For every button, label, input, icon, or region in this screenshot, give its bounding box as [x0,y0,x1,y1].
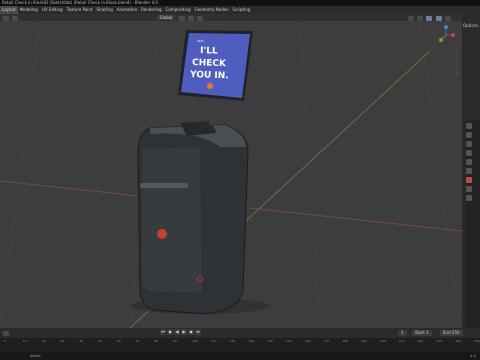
workspace-tab[interactable]: UV Editing [40,6,65,14]
proportional-edit-icon[interactable] [197,15,204,21]
modifier-tab-icon[interactable] [466,186,472,192]
play-reverse-button[interactable]: ◀ [174,329,180,335]
options-label: Options [463,23,479,28]
options-button[interactable]: Options [462,14,480,28]
workspace-tab[interactable]: Rendering [139,6,163,14]
viewport-nav-buttons[interactable] [454,47,460,77]
start-value: 1 [426,330,429,335]
screen-brand: slido [197,39,204,43]
orientation-select[interactable]: Global [156,15,176,20]
ruler-tick: 170 [323,339,330,343]
ruler-tick: 80 [154,339,159,343]
editor-type-icon[interactable] [3,15,9,21]
navigation-gizmo[interactable] [439,25,455,42]
overlay-icon[interactable] [407,15,414,21]
tool-tab-icon[interactable] [466,123,472,129]
ruler-tick: 220 [417,339,424,343]
ruler-tick: 130 [248,339,255,343]
ruler-tick: 150 [286,339,292,343]
workspace-tabs: Layout Modeling UV Editing Texture Paint Sha… [0,6,480,14]
snap-icon[interactable] [187,15,194,21]
status-bar: Select 4.0 [0,352,480,360]
ruler-tick: 60 [116,339,121,343]
view-layer-tab-icon[interactable] [466,150,472,156]
workspace-tab[interactable]: Scripting [230,6,252,14]
world-tab-icon[interactable] [466,168,472,174]
kiosk-model[interactable]: slido I'LL CHECK YOU IN. [137,30,253,315]
ruler-tick: 210 [398,339,405,343]
ruler-tick: 90 [173,339,178,343]
workspace-tab[interactable]: Compositing [164,6,193,14]
viewport-canvas: slido I'LL CHECK YOU IN. [0,21,462,328]
ruler-tick: 180 [342,339,349,343]
material-tab-icon[interactable] [466,195,472,201]
ruler-tick: 160 [304,339,311,343]
ruler-tick: 240 [455,339,461,343]
playback-controls: ⏮ ◆ ◀ ▶ ◆ ⏭ [160,329,201,337]
ruler-tick: 50 [98,339,102,343]
screen-text-line-2: CHECK [192,58,227,69]
status-version: 4.0 [470,354,476,358]
ruler-tick: 70 [135,339,140,343]
next-keyframe-button[interactable]: ◆ [188,329,194,335]
end-label: End [443,330,451,335]
ruler-tick: 200 [380,339,386,343]
workspace-tab[interactable]: Shading [95,6,115,14]
viewport-header: Global [0,14,462,21]
ruler-tick: 120 [229,339,236,343]
scene-tab-icon[interactable] [466,159,472,165]
timeline-ruler[interactable]: 0 10 20 30 40 50 60 70 80 90 100 110 120 130 140 150 160… [0,338,480,352]
end-value: 250 [451,330,460,335]
properties-tabs [465,120,480,328]
ruler-tick: 110 [210,339,217,343]
status-left: Select [30,354,41,358]
current-frame-value: 1 [401,330,404,335]
screen-text-line-1: I'LL [200,46,218,57]
shading-material-icon[interactable] [435,15,442,21]
mode-select-icon[interactable] [12,15,19,21]
timeline-header: 1 Start 1 End 250 [0,328,480,338]
ruler-tick: 250 [474,339,480,343]
render-tab-icon[interactable] [466,132,472,138]
ruler-tick: 30 [60,339,65,343]
ruler-tick: 40 [79,339,84,343]
jump-start-button[interactable]: ⏮ [160,329,166,335]
start-frame-field[interactable]: Start 1 [412,330,432,336]
ruler-tick: 230 [436,339,443,343]
workspace-tab[interactable]: Layout [0,6,18,14]
workspace-tab[interactable]: Texture Paint [65,6,95,14]
current-frame-field[interactable]: 1 [398,330,407,336]
ruler-tick: 20 [41,339,46,343]
workspace-tab[interactable]: Geometry Nodes [193,6,231,14]
screen-pole [209,95,213,125]
shading-rendered-icon[interactable] [444,15,451,21]
orientation-label: Global [159,15,173,20]
end-frame-field[interactable]: End 250 [440,330,463,336]
ruler-tick: 100 [192,339,198,343]
jump-end-button[interactable]: ⏭ [195,329,201,335]
card-slot [140,183,188,188]
window-title: Retail Check in Kiosk\D (Sketchfab) (Ret… [2,0,158,5]
output-tab-icon[interactable] [466,141,472,147]
timeline-editor-icon[interactable] [3,330,9,336]
ruler-tick: 190 [361,339,367,343]
play-button[interactable]: ▶ [181,329,187,335]
ruler-tick: 140 [267,339,273,343]
ruler-tick: 10 [22,339,27,343]
workspace-tab[interactable]: Modeling [18,6,40,14]
3d-viewport[interactable]: slido I'LL CHECK YOU IN. [0,21,462,328]
start-label: Start [415,330,425,335]
prev-keyframe-button[interactable]: ◆ [167,329,173,335]
screen-text-line-3: YOU IN. [189,70,229,81]
workspace-tab[interactable]: Animation [115,6,139,14]
ruler-tick: 0 [4,339,6,343]
shading-solid-icon[interactable] [426,15,433,21]
screen-logo-dot [207,83,213,89]
pivot-icon[interactable] [178,15,185,21]
object-tab-icon[interactable] [466,177,472,183]
kiosk-logo-badge [157,229,167,239]
xray-icon[interactable] [417,15,424,21]
